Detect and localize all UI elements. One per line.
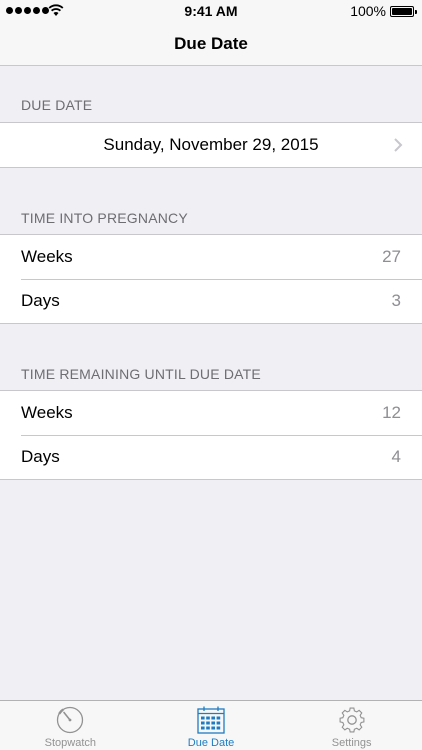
row-value: 27 [382, 247, 401, 266]
status-bar: 9:41 AM 100% [0, 0, 422, 22]
tab-stopwatch[interactable]: Stopwatch [0, 701, 141, 750]
navigation-bar: Due Date [0, 22, 422, 66]
calendar-icon [197, 706, 225, 734]
tab-label: Stopwatch [44, 737, 97, 749]
time-into-weeks-row: Weeks 27 [0, 235, 422, 279]
section-header-time-remaining: TIME REMAINING UNTIL DUE DATE [21, 366, 261, 382]
row-label: Days [21, 447, 60, 466]
row-value: 3 [391, 291, 401, 310]
due-date-row[interactable]: Sunday, November 29, 2015 [0, 123, 422, 167]
row-value: 4 [391, 447, 401, 466]
chevron-right-icon [394, 138, 403, 152]
time-remaining-days-row: Days 4 [0, 435, 422, 479]
row-label: Weeks [21, 247, 73, 266]
row-label: Days [21, 291, 60, 310]
battery-icon [390, 6, 417, 17]
section-header-due-date: DUE DATE [21, 97, 93, 113]
nav-title: Due Date [174, 34, 248, 53]
stopwatch-icon [57, 706, 84, 734]
gear-icon [339, 707, 365, 733]
row-value: 12 [382, 403, 401, 422]
tab-label: Settings [331, 737, 372, 749]
time-remaining-weeks-row: Weeks 12 [0, 391, 422, 435]
tab-settings[interactable]: Settings [281, 701, 422, 750]
tab-label: Due Date [187, 737, 235, 749]
section-header-time-into: TIME INTO PREGNANCY [21, 210, 188, 226]
tab-bar: Stopwatch Due Date Settings [0, 700, 422, 750]
due-date-group: Sunday, November 29, 2015 [0, 122, 422, 168]
battery-percentage: 100% [350, 3, 386, 19]
due-date-value: Sunday, November 29, 2015 [103, 135, 319, 154]
time-remaining-group: Weeks 12 Days 4 [0, 390, 422, 480]
main-content: DUE DATE Sunday, November 29, 2015 TIME … [0, 66, 422, 480]
row-label: Weeks [21, 403, 73, 422]
tab-due-date[interactable]: Due Date [141, 701, 282, 750]
time-into-group: Weeks 27 Days 3 [0, 234, 422, 324]
time-into-days-row: Days 3 [0, 279, 422, 323]
